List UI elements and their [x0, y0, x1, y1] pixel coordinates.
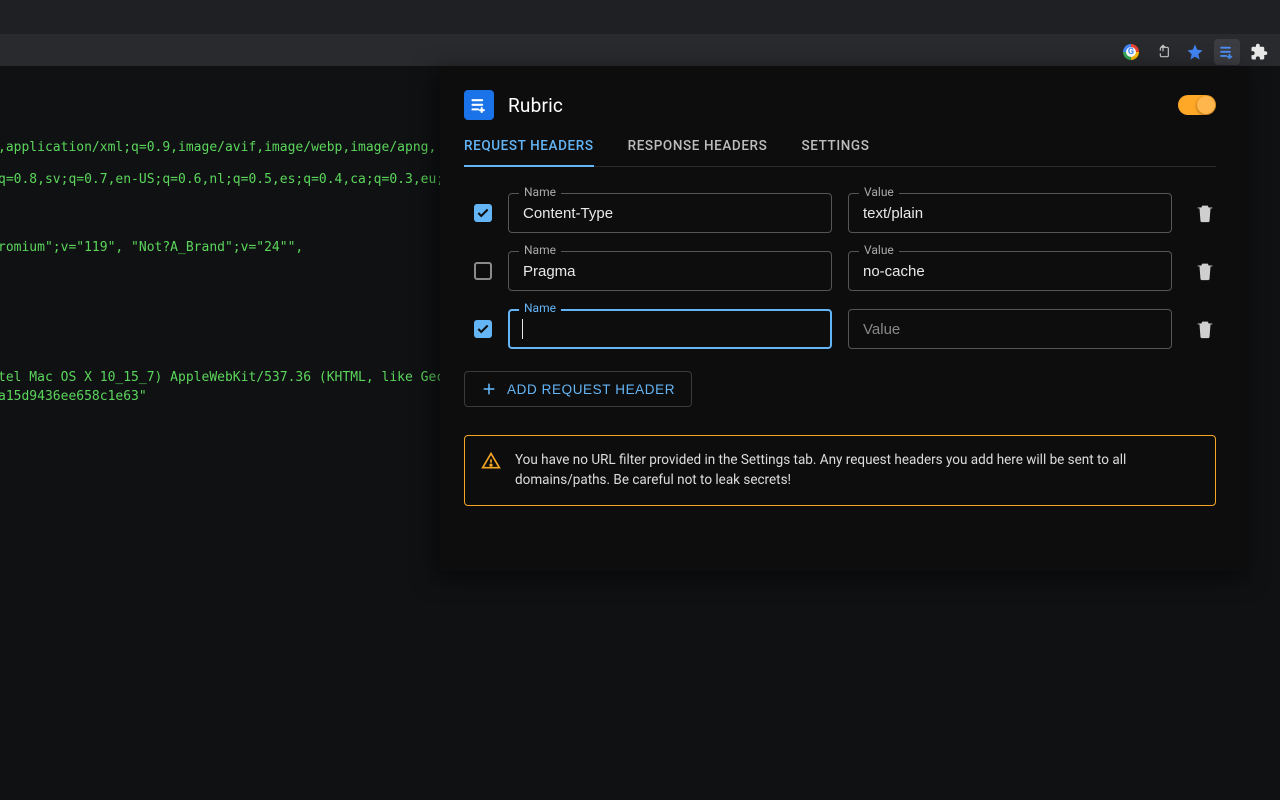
- row-enabled-checkbox[interactable]: [474, 320, 492, 338]
- header-name-input[interactable]: [508, 193, 832, 233]
- header-name-field[interactable]: Name: [508, 309, 832, 349]
- delete-row-icon[interactable]: [1194, 202, 1216, 224]
- enable-toggle[interactable]: [1178, 95, 1216, 115]
- header-name-input[interactable]: [508, 309, 832, 349]
- code-line: ,application/xml;q=0.9,image/avif,image/…: [0, 138, 436, 158]
- text-cursor: [522, 319, 523, 339]
- header-name-input[interactable]: [508, 251, 832, 291]
- field-label: Value: [859, 185, 899, 199]
- header-value-input[interactable]: [848, 309, 1172, 349]
- field-label: Name: [519, 301, 561, 315]
- field-label: Value: [859, 243, 899, 257]
- header-value-input[interactable]: [848, 193, 1172, 233]
- warning-text: You have no URL filter provided in the S…: [515, 450, 1199, 491]
- header-value-field[interactable]: Value: [848, 251, 1172, 291]
- header-value-input[interactable]: [848, 251, 1172, 291]
- delete-row-icon[interactable]: [1194, 318, 1216, 340]
- header-row: Name Value: [474, 193, 1216, 233]
- share-icon[interactable]: [1150, 39, 1176, 65]
- row-enabled-checkbox[interactable]: [474, 204, 492, 222]
- header-row: Name: [474, 309, 1216, 349]
- field-label: Name: [519, 243, 561, 257]
- extensions-puzzle-icon[interactable]: [1246, 39, 1272, 65]
- header-value-field[interactable]: Value: [848, 193, 1172, 233]
- code-line: a15d9436ee658c1e63": [0, 387, 147, 407]
- field-label: Name: [519, 185, 561, 199]
- tab-response-headers[interactable]: RESPONSE HEADERS: [628, 138, 768, 166]
- header-value-field[interactable]: [848, 309, 1172, 349]
- code-line: q=0.8,sv;q=0.7,en-US;q=0.6,nl;q=0.5,es;q…: [0, 170, 444, 190]
- code-line: romium";v="119", "Not?A_Brand";v="24"",: [0, 238, 303, 258]
- plus-icon: [481, 381, 497, 397]
- browser-toolbar-icons: G: [1118, 38, 1272, 66]
- tab-request-headers[interactable]: REQUEST HEADERS: [464, 138, 594, 166]
- app-logo-icon: [464, 90, 494, 120]
- header-name-field[interactable]: Name: [508, 193, 832, 233]
- tabs: REQUEST HEADERS RESPONSE HEADERS SETTING…: [464, 138, 1216, 167]
- warning-icon: [481, 451, 501, 471]
- header-name-field[interactable]: Name: [508, 251, 832, 291]
- delete-row-icon[interactable]: [1194, 260, 1216, 282]
- add-button-label: ADD REQUEST HEADER: [507, 382, 675, 397]
- warning-alert: You have no URL filter provided in the S…: [464, 435, 1216, 506]
- popup-header: Rubric: [464, 90, 1216, 120]
- bookmark-star-icon[interactable]: [1182, 39, 1208, 65]
- header-row: Name Value: [474, 251, 1216, 291]
- browser-toolbar: [0, 34, 1280, 66]
- header-rows: Name Value Name Value: [464, 193, 1216, 349]
- rubric-extension-icon[interactable]: [1214, 39, 1240, 65]
- extension-popup: Rubric REQUEST HEADERS RESPONSE HEADERS …: [440, 66, 1248, 571]
- tab-settings[interactable]: SETTINGS: [801, 138, 869, 166]
- code-line: tel Mac OS X 10_15_7) AppleWebKit/537.36…: [0, 368, 444, 388]
- app-title: Rubric: [508, 94, 563, 117]
- google-account-icon[interactable]: G: [1118, 39, 1144, 65]
- row-enabled-checkbox[interactable]: [474, 262, 492, 280]
- add-request-header-button[interactable]: ADD REQUEST HEADER: [464, 371, 692, 407]
- browser-tabstrip: [0, 0, 1280, 34]
